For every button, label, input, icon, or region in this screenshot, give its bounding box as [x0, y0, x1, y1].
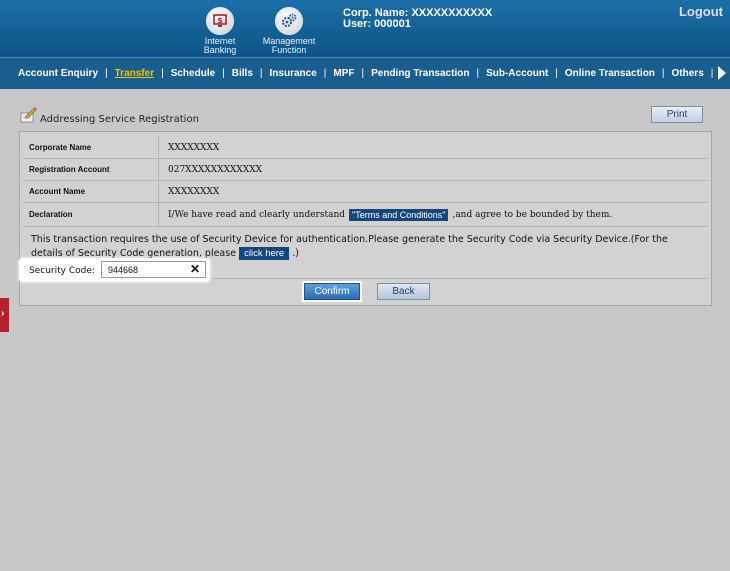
form-label: Account Name — [23, 181, 159, 202]
top-header: $ Internet Banking Management Function C… — [0, 0, 730, 57]
security-info-text: This transaction requires the use of Sec… — [31, 234, 668, 259]
form-value: XXXXXXXX — [168, 142, 220, 153]
print-button[interactable]: Print — [651, 106, 703, 123]
page-title: Addressing Service Registration — [40, 114, 199, 125]
monitor-dollar-icon: $ — [206, 7, 234, 35]
form-row-account-name: Account Name XXXXXXXX — [23, 181, 708, 203]
nav-separator: | — [323, 68, 327, 79]
back-button[interactable]: Back — [377, 283, 430, 300]
management-label-2: Function — [271, 45, 307, 55]
nav-item-account-enquiry[interactable]: Account Enquiry — [18, 68, 98, 79]
main-nav: Account Enquiry | Transfer | Schedule | Bills |… — [0, 57, 730, 89]
confirm-button[interactable]: Confirm — [304, 283, 360, 300]
form-row-corporate-name: Corporate Name XXXXXXXX — [23, 137, 708, 159]
declaration-post: ,and agree to be bounded by them. — [452, 209, 613, 220]
security-code-label: Security Code: — [29, 266, 95, 276]
declaration-pre: I/We have read and clearly understand — [168, 209, 346, 220]
declaration-text: I/We have read and clearly understand "T… — [168, 203, 612, 226]
nav-separator: | — [476, 68, 480, 79]
nav-item-insurance[interactable]: Insurance — [270, 68, 317, 79]
nav-separator: | — [259, 68, 263, 79]
internet-banking-shortcut[interactable]: $ Internet Banking — [185, 7, 255, 55]
management-function-shortcut[interactable]: Management Function — [254, 7, 324, 55]
nav-separator: | — [555, 68, 558, 79]
nav-separator: | — [105, 68, 108, 79]
svg-text:$: $ — [217, 16, 223, 25]
clear-icon[interactable]: ✕ — [190, 262, 200, 276]
form-row-declaration: Declaration I/We have read and clearly u… — [23, 203, 708, 227]
nav-item-bills[interactable]: Bills — [232, 68, 253, 79]
form-label: Corporate Name — [23, 137, 159, 158]
pencil-icon — [20, 107, 37, 123]
nav-separator: | — [161, 68, 164, 79]
nav-separator: | — [361, 68, 365, 79]
nav-items: Account Enquiry | Transfer | Schedule | Bills |… — [18, 68, 730, 79]
nav-scroll-right-icon[interactable] — [718, 66, 726, 80]
nav-separator: | — [661, 68, 665, 79]
user-id: User: 000001 — [343, 18, 411, 30]
form-label: Registration Account — [23, 159, 159, 180]
nav-item-sub-account[interactable]: Sub-Account — [486, 68, 548, 79]
nav-item-online-transaction[interactable]: Online Transaction — [565, 68, 655, 79]
form-row-registration-account: Registration Account 027XXXXXXXXXXXX — [23, 159, 708, 181]
form-value: 027XXXXXXXXXXXX — [168, 164, 263, 175]
side-panel-toggle[interactable]: › — [0, 298, 9, 332]
gears-icon — [275, 7, 303, 35]
security-info: This transaction requires the use of Sec… — [31, 233, 701, 261]
form-value: XXXXXXXX — [168, 186, 220, 197]
logout-link[interactable]: Logout — [679, 4, 723, 19]
terms-and-conditions-link[interactable]: "Terms and Conditions" — [349, 208, 449, 221]
nav-item-mpf[interactable]: MPF — [333, 68, 354, 79]
nav-item-others[interactable]: Others — [672, 68, 704, 79]
nav-item-schedule[interactable]: Schedule — [171, 68, 215, 79]
security-info-end: .) — [292, 248, 299, 259]
internet-banking-label-2: Banking — [203, 45, 237, 55]
chevron-right-icon: › — [1, 308, 5, 319]
form-label: Declaration — [23, 203, 159, 226]
nav-separator: | — [710, 68, 714, 79]
click-here-link[interactable]: click here — [239, 247, 290, 260]
nav-item-pending-transaction[interactable]: Pending Transaction — [371, 68, 469, 79]
nav-separator: | — [222, 68, 225, 79]
corp-info: Corp. Name: XXXXXXXXXXX User: 000001 — [343, 8, 492, 30]
nav-item-transfer[interactable]: Transfer — [115, 68, 154, 79]
security-code-box: Security Code: ✕ — [19, 258, 210, 282]
